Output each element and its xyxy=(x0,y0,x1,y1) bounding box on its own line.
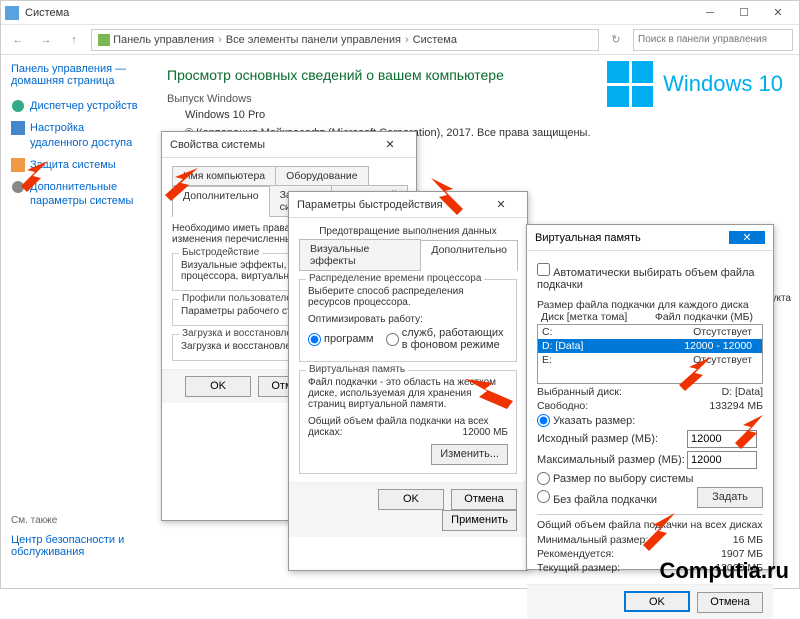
custom-size-radio[interactable] xyxy=(537,414,550,427)
tab-advanced[interactable]: Дополнительно xyxy=(420,240,518,271)
see-also-label: См. также xyxy=(11,515,145,526)
tab-visual-effects[interactable]: Визуальные эффекты xyxy=(299,239,421,270)
forward-button[interactable]: → xyxy=(35,29,57,51)
auto-manage-checkbox[interactable] xyxy=(537,263,550,276)
apply-button[interactable]: Применить xyxy=(442,510,517,531)
opt-programs-radio[interactable] xyxy=(308,333,321,346)
dialog-title: Свойства системы xyxy=(170,139,265,151)
close-icon[interactable]: ✕ xyxy=(729,231,765,244)
tab-advanced[interactable]: Дополнительно xyxy=(172,186,270,217)
ok-button[interactable]: OK xyxy=(624,591,690,612)
cancel-button[interactable]: Отмена xyxy=(697,592,763,613)
cp-home-link[interactable]: Панель управления — домашняя страница xyxy=(11,63,145,87)
cancel-button[interactable]: Отмена xyxy=(451,489,517,510)
ok-button[interactable]: OK xyxy=(185,376,251,397)
sidebar-item-device-manager[interactable]: Диспетчер устройств xyxy=(11,99,145,113)
breadcrumb-root[interactable]: Панель управления xyxy=(113,34,214,46)
virtual-memory-dialog: Виртуальная память✕ Автоматически выбира… xyxy=(526,224,774,570)
window-titlebar: Система ─ ☐ ✕ xyxy=(1,1,799,25)
drive-list[interactable]: C:Отсутствует D: [Data]12000 - 12000 E:О… xyxy=(537,324,763,384)
system-managed-radio[interactable] xyxy=(537,472,550,485)
back-button[interactable]: ← xyxy=(7,29,29,51)
dialog-title: Параметры быстродействия xyxy=(297,199,443,211)
change-button[interactable]: Изменить... xyxy=(431,444,508,465)
close-icon[interactable]: ✕ xyxy=(372,138,408,151)
control-panel-icon xyxy=(98,34,110,46)
set-button[interactable]: Задать xyxy=(697,487,763,508)
remote-icon xyxy=(11,121,25,135)
ok-button[interactable]: OK xyxy=(378,489,444,510)
refresh-button[interactable]: ↻ xyxy=(605,29,627,51)
initial-size-input[interactable] xyxy=(687,430,757,448)
sidebar: Панель управления — домашняя страница Ди… xyxy=(1,55,151,588)
no-pagefile-radio[interactable] xyxy=(537,490,550,503)
breadcrumb-mid[interactable]: Все элементы панели управления xyxy=(226,34,401,46)
watermark-text: Computia.ru xyxy=(659,558,789,584)
up-button[interactable]: ↑ xyxy=(63,29,85,51)
edition-value: Windows 10 Pro xyxy=(185,109,783,121)
breadcrumb-leaf[interactable]: Система xyxy=(413,34,457,46)
close-button[interactable]: ✕ xyxy=(761,2,795,24)
maximize-button[interactable]: ☐ xyxy=(727,2,761,24)
performance-options-dialog: Параметры быстродействия✕ Предотвращение… xyxy=(288,191,528,571)
tab-hardware[interactable]: Оборудование xyxy=(275,166,368,185)
sidebar-item-remote[interactable]: Настройка удаленного доступа xyxy=(11,121,145,150)
windows-logo-text: Windows 10 xyxy=(663,71,783,97)
sidebar-item-protection[interactable]: Защита системы xyxy=(11,158,145,172)
security-center-link[interactable]: Центр безопасности и обслуживания xyxy=(11,534,145,558)
shield-icon xyxy=(11,158,25,172)
opt-services-radio[interactable] xyxy=(386,333,399,346)
tab-computer-name[interactable]: Имя компьютера xyxy=(172,166,276,185)
dialog-title: Виртуальная память xyxy=(535,232,641,244)
minimize-button[interactable]: ─ xyxy=(693,2,727,24)
windows-logo-icon xyxy=(607,61,653,107)
gear-icon xyxy=(11,180,25,194)
device-icon xyxy=(11,99,25,113)
windows-logo: Windows 10 xyxy=(607,61,783,107)
window-title: Система xyxy=(25,7,69,19)
breadcrumb[interactable]: Панель управления› Все элементы панели у… xyxy=(91,29,599,51)
search-input[interactable] xyxy=(633,29,793,51)
toolbar: ← → ↑ Панель управления› Все элементы па… xyxy=(1,25,799,55)
system-icon xyxy=(5,6,19,20)
sidebar-item-advanced[interactable]: Дополнительные параметры системы xyxy=(11,180,145,209)
max-size-input[interactable] xyxy=(687,451,757,469)
close-icon[interactable]: ✕ xyxy=(483,198,519,211)
